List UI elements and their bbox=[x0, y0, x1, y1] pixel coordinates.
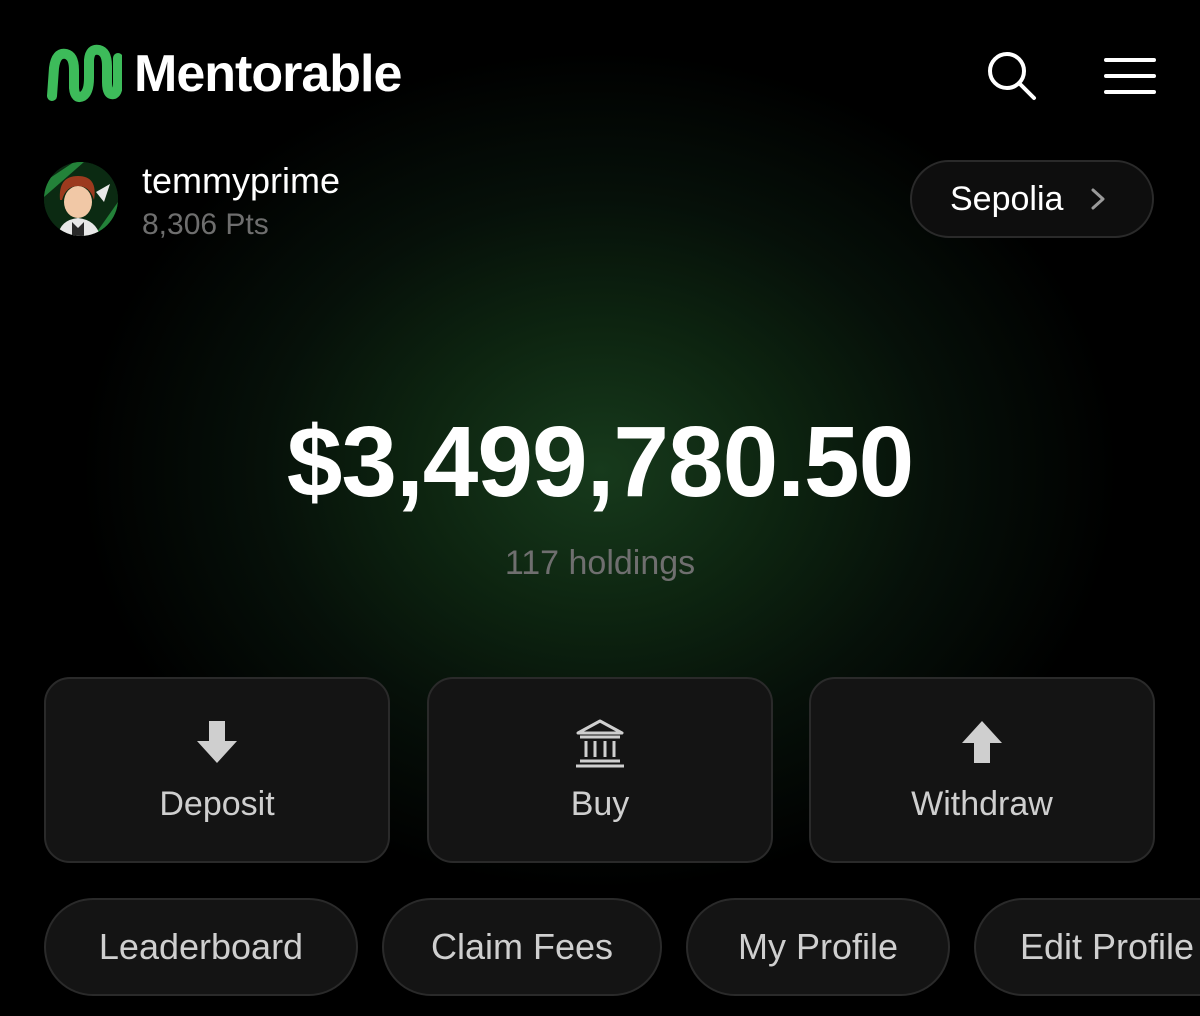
avatar-image bbox=[44, 162, 118, 236]
mentorable-logo-icon bbox=[47, 44, 122, 102]
hamburger-menu-icon bbox=[1104, 58, 1156, 94]
arrow-down-icon bbox=[197, 721, 237, 763]
deposit-button[interactable]: Deposit bbox=[44, 677, 390, 863]
edit-profile-button[interactable]: Edit Profile bbox=[974, 898, 1200, 996]
search-icon bbox=[988, 52, 1036, 100]
avatar[interactable] bbox=[44, 162, 118, 236]
user-summary[interactable]: temmyprime 8,306 Pts bbox=[44, 158, 644, 248]
points-balance: 8,306 Pts bbox=[142, 208, 269, 241]
holdings-count[interactable]: 117 holdings bbox=[0, 544, 1200, 583]
network-label: Sepolia bbox=[950, 179, 1064, 218]
chevron-right-icon bbox=[1091, 188, 1105, 210]
menu-button[interactable] bbox=[1104, 56, 1156, 96]
leaderboard-button[interactable]: Leaderboard bbox=[44, 898, 358, 996]
arrow-up-icon bbox=[962, 721, 1002, 763]
brand-logo[interactable]: Mentorable bbox=[44, 38, 402, 110]
withdraw-label: Withdraw bbox=[911, 785, 1053, 823]
brand-name: Mentorable bbox=[134, 45, 402, 103]
search-button[interactable] bbox=[986, 50, 1038, 102]
my-profile-button[interactable]: My Profile bbox=[686, 898, 950, 996]
buy-button[interactable]: Buy bbox=[427, 677, 773, 863]
top-header: Mentorable bbox=[44, 38, 1156, 110]
portfolio-balance: $3,499,780.50 bbox=[286, 406, 915, 518]
deposit-label: Deposit bbox=[159, 785, 275, 823]
username[interactable]: temmyprime bbox=[142, 160, 340, 202]
claim-fees-button[interactable]: Claim Fees bbox=[382, 898, 662, 996]
network-selector-button[interactable]: Sepolia bbox=[910, 160, 1154, 238]
buy-label: Buy bbox=[570, 785, 630, 823]
withdraw-button[interactable]: Withdraw bbox=[809, 677, 1155, 863]
bank-icon bbox=[576, 719, 624, 768]
